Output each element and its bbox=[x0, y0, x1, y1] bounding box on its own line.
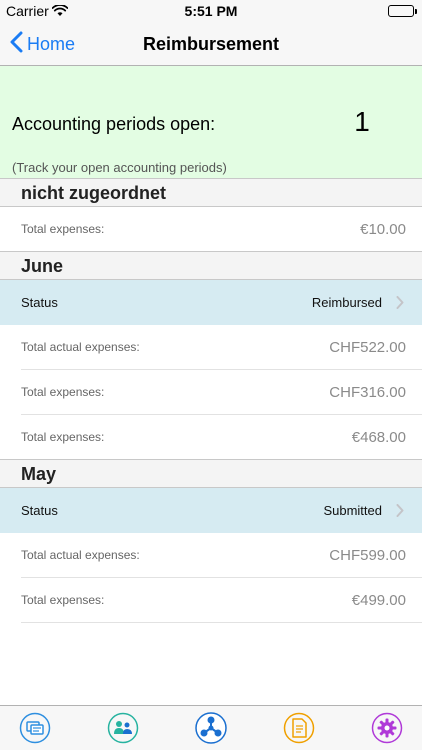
open-periods-summary: Accounting periods open: 1 (Track your o… bbox=[0, 66, 422, 178]
open-periods-hint: (Track your open accounting periods) bbox=[12, 160, 227, 175]
expense-label: Total expenses: bbox=[21, 430, 105, 444]
status-value: Reimbursed bbox=[311, 295, 382, 310]
people-icon bbox=[107, 712, 139, 744]
clock-label: 5:51 PM bbox=[184, 3, 238, 19]
status-bar: Carrier 5:51 PM bbox=[0, 0, 422, 22]
chevron-right-icon bbox=[396, 296, 404, 314]
tab-document[interactable] bbox=[283, 712, 315, 744]
section-title: nicht zugeordnet bbox=[21, 183, 166, 203]
expense-label: Total actual expenses: bbox=[21, 548, 140, 562]
expense-amount: CHF522.00 bbox=[329, 339, 406, 356]
tab-share[interactable] bbox=[195, 712, 227, 744]
status-label: Status bbox=[21, 503, 58, 518]
receipts-icon bbox=[19, 712, 51, 744]
expense-amount: €499.00 bbox=[351, 592, 406, 609]
expense-amount: €10.00 bbox=[360, 221, 406, 238]
status-row-may[interactable]: Status Submitted bbox=[0, 488, 422, 533]
share-icon bbox=[195, 712, 227, 744]
section-header-unassigned: nicht zugeordnet bbox=[0, 178, 422, 207]
expense-row: Total expenses: €468.00 bbox=[0, 415, 422, 460]
navigation-bar: Home Reimbursement bbox=[0, 22, 422, 66]
document-icon bbox=[283, 712, 315, 744]
gear-icon bbox=[371, 712, 403, 744]
expense-label: Total actual expenses: bbox=[21, 340, 140, 354]
chevron-right-icon bbox=[396, 504, 404, 522]
status-row-june[interactable]: Status Reimbursed bbox=[0, 280, 422, 325]
expense-label: Total expenses: bbox=[21, 385, 105, 399]
battery-icon bbox=[388, 5, 417, 17]
expense-row: Total actual expenses: CHF522.00 bbox=[0, 325, 422, 370]
section-title: May bbox=[21, 464, 57, 484]
expense-row: Total expenses: €499.00 bbox=[0, 578, 422, 623]
section-title: June bbox=[21, 256, 64, 276]
expense-row: Total expenses: €10.00 bbox=[0, 207, 422, 252]
section-header-june: June bbox=[0, 251, 422, 280]
tab-settings[interactable] bbox=[371, 712, 403, 744]
expense-amount: CHF316.00 bbox=[329, 384, 406, 401]
tab-receipts[interactable] bbox=[19, 712, 51, 744]
page-title: Reimbursement bbox=[142, 34, 280, 54]
expense-label: Total expenses: bbox=[21, 222, 105, 236]
expense-amount: CHF599.00 bbox=[329, 547, 406, 564]
status-label: Status bbox=[21, 295, 58, 310]
open-periods-label: Accounting periods open: bbox=[12, 114, 216, 134]
expense-amount: €468.00 bbox=[351, 429, 406, 446]
tab-bar bbox=[0, 705, 422, 750]
expense-label: Total expenses: bbox=[21, 593, 105, 607]
open-periods-count: 1 bbox=[354, 106, 370, 137]
tab-people[interactable] bbox=[107, 712, 139, 744]
status-value: Submitted bbox=[323, 503, 382, 518]
section-header-may: May bbox=[0, 459, 422, 488]
expense-row: Total actual expenses: CHF599.00 bbox=[0, 533, 422, 578]
expense-row: Total expenses: CHF316.00 bbox=[0, 370, 422, 415]
